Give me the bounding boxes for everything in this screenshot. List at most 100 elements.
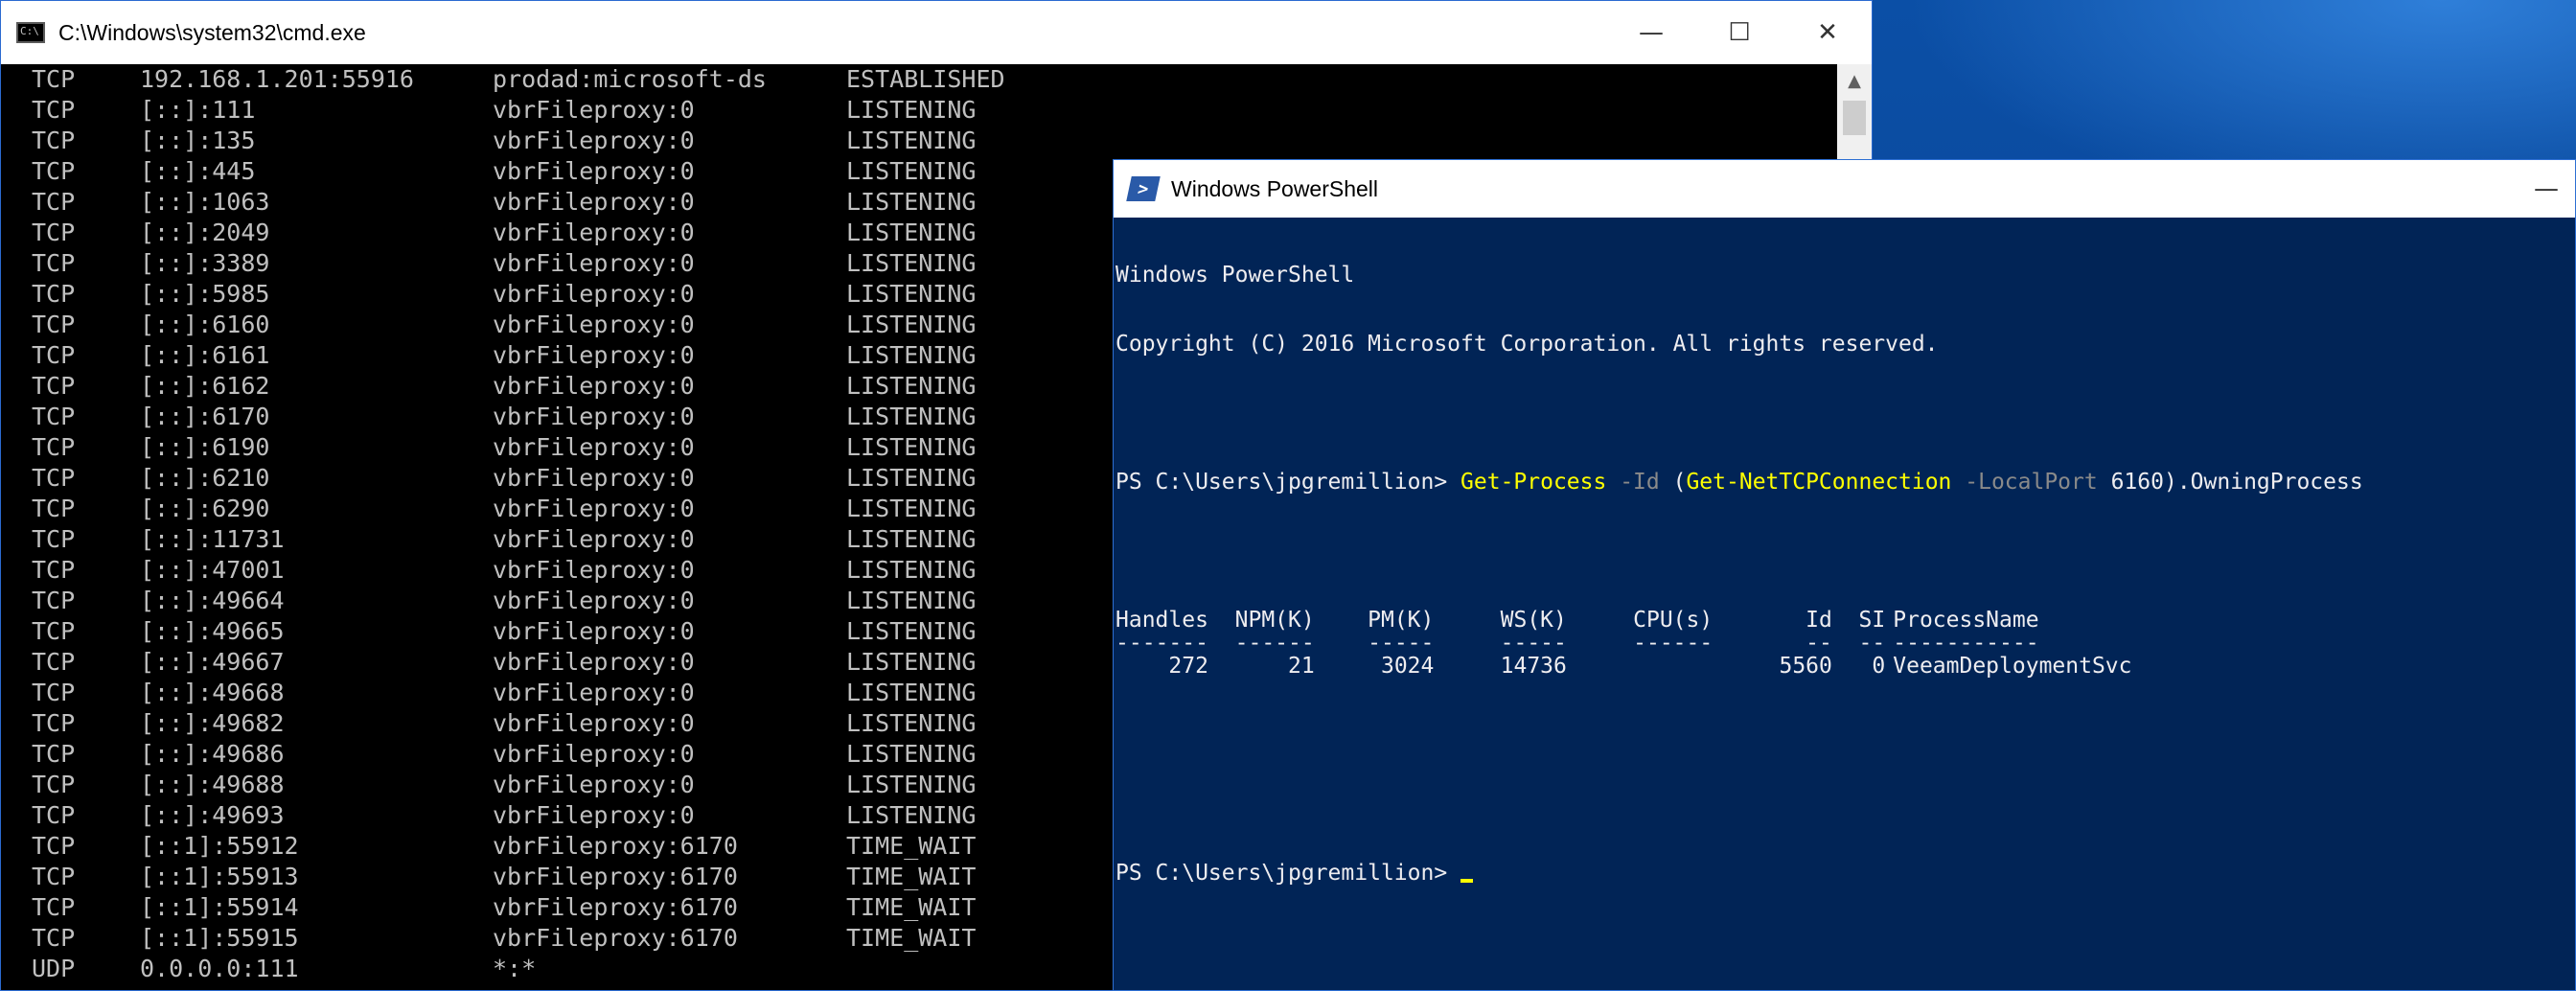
table-underline-row: ------- ------ ----- ----- ------ -- -- -------… xyxy=(1116,632,2575,655)
cell-protocol: TCP xyxy=(32,372,76,400)
cell-foreign-address: vbrFileproxy:0 xyxy=(493,127,695,154)
powershell-console-output[interactable]: Windows PowerShell Copyright (C) 2016 Mi… xyxy=(1114,218,2575,990)
table-cell: ----------- xyxy=(1893,631,2039,656)
table-cell: CPU(s) xyxy=(1633,608,1714,633)
cell-foreign-address: vbrFileproxy:6170 xyxy=(493,832,738,860)
cell-protocol: TCP xyxy=(32,127,76,154)
cell-local-address: [::]:11731 xyxy=(140,525,285,553)
cell-state: LISTENING xyxy=(846,341,977,369)
close-button[interactable]: ✕ xyxy=(1783,1,1872,64)
cell-foreign-address: vbrFileproxy:0 xyxy=(493,96,695,124)
cell-protocol: UDP xyxy=(32,955,76,982)
command-line: PS C:\Users\jpgremillion> Get-Process -I… xyxy=(1116,471,2575,494)
cell-local-address: 192.168.1.201:55916 xyxy=(140,65,414,93)
cell-local-address: [::]:6161 xyxy=(140,341,270,369)
netstat-row: TCP [::]:135 vbrFileproxy:0 LISTENING xyxy=(32,126,1839,156)
cell-local-address: [::]:6160 xyxy=(140,311,270,338)
table-cell: WS(K) xyxy=(1500,608,1567,633)
cell-protocol: TCP xyxy=(32,157,76,185)
cmd-window-title: C:\Windows\system32\cmd.exe xyxy=(58,19,366,45)
cell-local-address: [::]:49686 xyxy=(140,740,285,768)
table-cell: Id xyxy=(1806,608,1832,633)
cell-local-address: 0.0.0.0:111 xyxy=(140,955,299,982)
powershell-window[interactable]: > Windows PowerShell — Windows PowerShel… xyxy=(1113,159,2576,991)
param-value: 6160 xyxy=(2097,470,2164,495)
banner-copyright: Copyright (C) 2016 Microsoft Corporation… xyxy=(1116,332,1939,357)
cell-state: LISTENING xyxy=(846,403,977,430)
cell-protocol: TCP xyxy=(32,249,76,277)
cell-foreign-address: vbrFileproxy:0 xyxy=(493,219,695,246)
minimize-button[interactable]: — xyxy=(1607,1,1695,64)
cell-local-address: [::]:3389 xyxy=(140,249,270,277)
cell-foreign-address: vbrFileproxy:0 xyxy=(493,341,695,369)
open-paren: ( xyxy=(1659,470,1687,495)
cell-state: LISTENING xyxy=(846,219,977,246)
cell-local-address: [::1]:55914 xyxy=(140,893,299,921)
cell-local-address: [::]:6170 xyxy=(140,403,270,430)
table-cell: ------ xyxy=(1633,631,1714,656)
cell-foreign-address: vbrFileproxy:0 xyxy=(493,249,695,277)
cell-protocol: TCP xyxy=(32,403,76,430)
cell-foreign-address: vbrFileproxy:6170 xyxy=(493,893,738,921)
table-cell: ------- xyxy=(1116,631,1208,656)
minimize-button[interactable]: — xyxy=(2518,160,2575,218)
powershell-titlebar[interactable]: > Windows PowerShell — xyxy=(1114,160,2575,218)
cell-state: LISTENING xyxy=(846,433,977,461)
cell-state: LISTENING xyxy=(846,801,977,829)
table-cell: 272 xyxy=(1168,654,1208,679)
table-cell: NPM(K) xyxy=(1234,608,1315,633)
table-cell: Handles xyxy=(1116,608,1208,633)
cell-state: LISTENING xyxy=(846,157,977,185)
cmdlet-get-nettcpconnection: Get-NetTCPConnection xyxy=(1686,470,1952,495)
cmd-window-controls: — ☐ ✕ xyxy=(1607,1,1872,64)
cell-foreign-address: vbrFileproxy:0 xyxy=(493,157,695,185)
cell-state: LISTENING xyxy=(846,525,977,553)
cell-protocol: TCP xyxy=(32,525,76,553)
cell-state: LISTENING xyxy=(846,188,977,216)
param-id: -Id xyxy=(1606,470,1660,495)
table-cell: 0 xyxy=(1872,654,1886,679)
scroll-up-arrow-icon[interactable]: ▲ xyxy=(1837,64,1872,97)
cell-state: TIME_WAIT xyxy=(846,832,977,860)
cell-local-address: [::1]:55912 xyxy=(140,832,299,860)
cell-protocol: TCP xyxy=(32,341,76,369)
cell-protocol: TCP xyxy=(32,556,76,584)
cell-local-address: [::1]:55915 xyxy=(140,924,299,952)
cell-foreign-address: prodad:microsoft-ds xyxy=(493,65,767,93)
scrollbar-thumb[interactable] xyxy=(1843,101,1866,135)
maximize-button[interactable]: ☐ xyxy=(1695,1,1783,64)
table-cell: PM(K) xyxy=(1368,608,1435,633)
cell-state: LISTENING xyxy=(846,96,977,124)
cell-protocol: TCP xyxy=(32,832,76,860)
cell-foreign-address: vbrFileproxy:0 xyxy=(493,464,695,492)
cell-state: LISTENING xyxy=(846,495,977,522)
cell-state: LISTENING xyxy=(846,280,977,308)
table-cell: ----- xyxy=(1368,631,1435,656)
table-cell: ------ xyxy=(1234,631,1315,656)
cmd-titlebar[interactable]: C:\ C:\Windows\system32\cmd.exe — ☐ ✕ xyxy=(1,1,1872,64)
cell-foreign-address: vbrFileproxy:0 xyxy=(493,280,695,308)
cell-protocol: TCP xyxy=(32,65,76,93)
cell-protocol: TCP xyxy=(32,280,76,308)
cell-state: LISTENING xyxy=(846,127,977,154)
cell-state: LISTENING xyxy=(846,648,977,676)
cell-local-address: [::]:49693 xyxy=(140,801,285,829)
cell-state: TIME_WAIT xyxy=(846,863,977,890)
cell-foreign-address: vbrFileproxy:0 xyxy=(493,740,695,768)
cell-protocol: TCP xyxy=(32,587,76,614)
cell-local-address: [::]:49688 xyxy=(140,771,285,798)
table-cell: -- xyxy=(1806,631,1832,656)
cell-protocol: TCP xyxy=(32,648,76,676)
cell-state: ESTABLISHED xyxy=(846,65,1005,93)
table-cell: 5560 xyxy=(1779,654,1832,679)
prompt-line: PS C:\Users\jpgremillion> xyxy=(1116,862,2575,885)
cell-foreign-address: vbrFileproxy:6170 xyxy=(493,863,738,890)
cell-foreign-address: vbrFileproxy:0 xyxy=(493,771,695,798)
cell-foreign-address: vbrFileproxy:0 xyxy=(493,372,695,400)
cell-local-address: [::]:135 xyxy=(140,127,256,154)
cell-state: LISTENING xyxy=(846,311,977,338)
cell-foreign-address: vbrFileproxy:0 xyxy=(493,433,695,461)
cell-local-address: [::]:6190 xyxy=(140,433,270,461)
cell-state: LISTENING xyxy=(846,464,977,492)
cell-local-address: [::]:111 xyxy=(140,96,256,124)
